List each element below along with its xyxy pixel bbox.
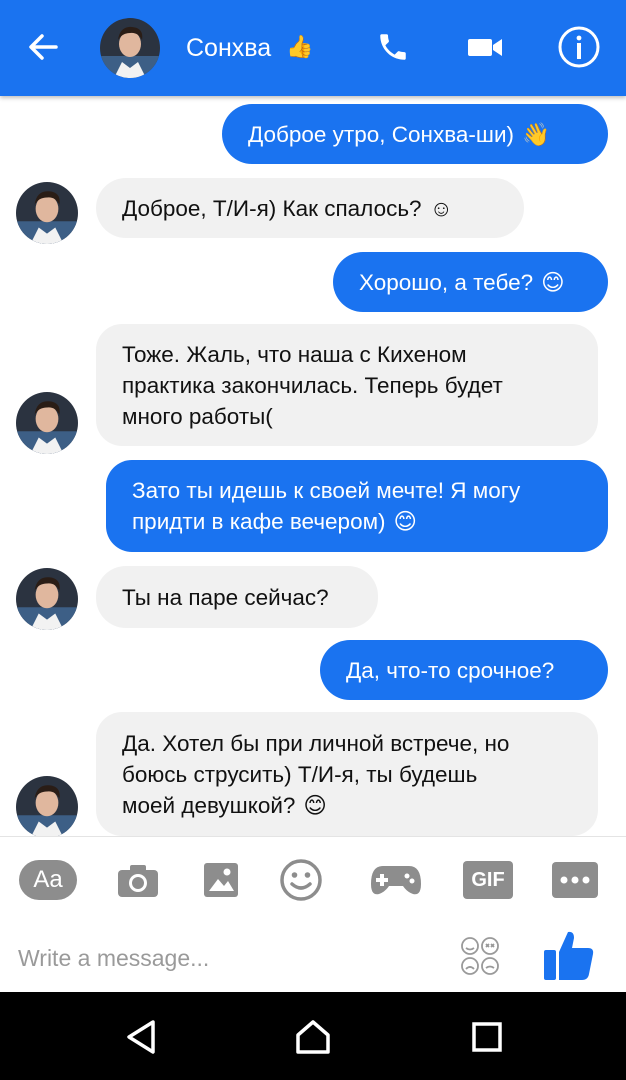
thumbs-up-icon — [544, 931, 594, 980]
message-line: Тоже. Жаль, что наша с Кихеном — [122, 341, 467, 367]
like-button[interactable] — [540, 926, 600, 986]
outgoing-message[interactable]: Хорошо, а тебе? 😊 — [333, 252, 608, 312]
video-call-button[interactable] — [462, 24, 508, 70]
smiling-face-emoji-icon: 😊 — [393, 509, 418, 534]
message-text: Доброе утро, Сонхва-ши) — [248, 121, 515, 147]
message-input[interactable] — [16, 936, 440, 980]
message-input-row — [0, 926, 626, 992]
incoming-message[interactable]: Ты на паре сейчас? — [96, 566, 378, 628]
video-camera-icon — [468, 39, 502, 56]
message-line: Да. Хотел бы при личной встрече, но — [122, 730, 510, 756]
composer-toolbar: Aa GIF — [0, 836, 626, 927]
message-line: много работы( — [122, 403, 273, 429]
message-line: моей девушкой? — [122, 792, 296, 818]
conversation-header: Сонхва 👍 — [0, 0, 626, 96]
outgoing-message[interactable]: Доброе утро, Сонхва-ши) 👋 — [222, 104, 608, 164]
gallery-button[interactable] — [196, 857, 246, 903]
message-line: придти в кафе вечером) — [132, 509, 386, 534]
smiling-face-emoji-icon: 😊 — [541, 269, 565, 295]
message-text: Хорошо, а тебе? — [359, 269, 534, 295]
stickers-button[interactable] — [456, 932, 504, 980]
contact-avatar[interactable] — [16, 568, 78, 630]
smiley-icon — [280, 859, 322, 901]
outgoing-message[interactable]: Зато ты идешь к своей мечте! Я могу прид… — [106, 460, 608, 552]
contact-avatar[interactable] — [16, 182, 78, 244]
nav-back-button[interactable] — [116, 1012, 166, 1062]
nav-recents-button[interactable] — [462, 1012, 512, 1062]
message-line-group: моей девушкой? 😊 — [122, 790, 327, 821]
aa-icon: Aa — [19, 860, 77, 900]
contact-name[interactable]: Сонхва — [186, 34, 271, 63]
triangle-back-icon — [127, 1020, 155, 1054]
incoming-message[interactable]: Тоже. Жаль, что наша с Кихеном практика … — [96, 324, 598, 446]
phone-icon — [380, 34, 406, 60]
info-icon — [558, 26, 600, 68]
games-button[interactable] — [366, 857, 426, 903]
message-line: боюсь струсить) Т/И-я, ты будешь — [122, 761, 478, 787]
message-line-group: придти в кафе вечером) 😊 — [132, 506, 417, 537]
camera-button[interactable] — [112, 857, 164, 903]
home-icon — [296, 1020, 330, 1054]
message-text: Ты на паре сейчас? — [122, 584, 329, 610]
message-text: Доброе, Т/И-я) Как спалось? — [122, 195, 422, 221]
waving-hand-emoji-icon: 👋 — [522, 121, 551, 147]
smiling-face-emoji-icon: 😊 — [303, 792, 327, 818]
more-dots-icon — [552, 862, 598, 898]
image-icon — [204, 863, 238, 897]
incoming-message[interactable]: Да. Хотел бы при личной встрече, но боюс… — [96, 712, 598, 836]
gamepad-icon — [371, 866, 421, 895]
outgoing-message[interactable]: Да, что-то срочное? — [320, 640, 608, 700]
system-navigation-bar — [0, 992, 626, 1080]
aa-label: Aa — [33, 866, 63, 893]
arrow-left-icon — [29, 34, 58, 60]
nav-home-button[interactable] — [288, 1012, 338, 1062]
camera-icon — [118, 865, 158, 897]
info-button[interactable] — [556, 24, 602, 70]
emoji-button[interactable] — [276, 857, 326, 903]
message-line: практика закончилась. Теперь будет — [122, 372, 503, 398]
gif-button[interactable]: GIF — [462, 857, 514, 903]
message-line: Зато ты идешь к своей мечте! Я могу — [132, 478, 521, 503]
back-button[interactable] — [20, 24, 66, 70]
contact-avatar[interactable] — [16, 776, 78, 838]
more-button[interactable] — [550, 857, 600, 903]
contact-avatar[interactable] — [100, 18, 160, 78]
stickers-faces-icon — [461, 937, 499, 975]
incoming-message[interactable]: Доброе, Т/И-я) Как спалось? ☺ — [96, 178, 524, 238]
message-text: Да, что-то срочное? — [346, 657, 555, 683]
thumbs-up-emoji-icon: 👍 — [286, 34, 314, 59]
smiling-face-emoji-icon: ☺ — [429, 195, 453, 221]
square-recents-icon — [472, 1022, 502, 1052]
contact-avatar[interactable] — [16, 392, 78, 454]
voice-call-button[interactable] — [370, 24, 416, 70]
gif-label: GIF — [471, 868, 505, 891]
text-style-button[interactable]: Aa — [18, 857, 78, 903]
gif-icon: GIF — [463, 861, 513, 899]
